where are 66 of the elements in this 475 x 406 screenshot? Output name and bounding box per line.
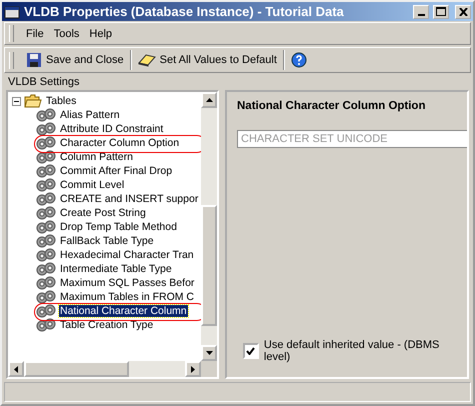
scroll-down-button[interactable] bbox=[201, 345, 217, 361]
checkmark-icon bbox=[246, 347, 256, 355]
scrollbar-thumb[interactable] bbox=[201, 205, 217, 326]
gears-icon bbox=[36, 304, 56, 318]
eraser-icon bbox=[138, 53, 156, 67]
checkbox-label[interactable]: Use default inherited value - (DBMS level) bbox=[264, 339, 467, 363]
menu-item[interactable]: Tools bbox=[50, 26, 84, 42]
gears-icon bbox=[36, 192, 56, 206]
scroll-left-button[interactable] bbox=[8, 361, 24, 377]
maximize-icon bbox=[436, 7, 446, 16]
gears-icon bbox=[36, 262, 56, 276]
tree-item[interactable]: Create Post String bbox=[59, 207, 147, 219]
tree-item[interactable]: Intermediate Table Type bbox=[59, 263, 173, 275]
close-button[interactable] bbox=[455, 4, 471, 18]
gears-icon bbox=[36, 122, 56, 136]
gears-icon bbox=[36, 220, 56, 234]
help-icon bbox=[290, 52, 307, 68]
maximize-button[interactable] bbox=[433, 4, 449, 18]
gears-icon bbox=[36, 150, 56, 164]
tree-item[interactable]: Column Pattern bbox=[59, 151, 134, 163]
window-app-icon bbox=[4, 4, 20, 18]
minimize-icon bbox=[418, 14, 424, 16]
scroll-right-button[interactable] bbox=[185, 361, 201, 377]
tree-item[interactable]: Commit Level bbox=[59, 179, 126, 191]
up-arrow-icon bbox=[206, 98, 212, 102]
tree-item[interactable]: Hexadecimal Character Tran bbox=[59, 249, 195, 261]
close-icon bbox=[458, 8, 468, 16]
gears-icon bbox=[36, 108, 56, 122]
minimize-button[interactable] bbox=[413, 4, 429, 18]
tree-item[interactable]: Drop Temp Table Method bbox=[59, 221, 178, 233]
down-arrow-icon bbox=[206, 351, 212, 355]
gears-icon bbox=[36, 178, 56, 192]
tree-item[interactable]: Tables bbox=[45, 95, 78, 107]
section-label: VLDB Settings bbox=[7, 75, 81, 90]
right-arrow-icon bbox=[191, 366, 195, 372]
gears-icon bbox=[36, 318, 56, 332]
checkbox[interactable] bbox=[243, 343, 259, 359]
scrollbar-thumb[interactable] bbox=[24, 361, 129, 377]
scroll-up-button[interactable] bbox=[201, 92, 217, 108]
tree-item[interactable]: Attribute ID Constraint bbox=[59, 123, 164, 135]
gears-icon bbox=[36, 136, 56, 150]
gears-icon bbox=[36, 276, 56, 290]
gears-icon bbox=[36, 290, 56, 304]
tree-item[interactable]: Character Column Option bbox=[59, 137, 180, 149]
tree-item[interactable]: Alias Pattern bbox=[59, 109, 121, 121]
menu-item[interactable]: File bbox=[22, 26, 48, 42]
tree-item[interactable]: Commit After Final Drop bbox=[59, 165, 174, 177]
gears-icon bbox=[36, 234, 56, 248]
tree-item[interactable]: Table Creation Type bbox=[59, 319, 154, 331]
gears-icon bbox=[36, 206, 56, 220]
tree-item[interactable]: Maximum Tables in FROM C bbox=[59, 291, 195, 303]
scrollbar-corner bbox=[201, 361, 217, 377]
tree-item[interactable]: FallBack Table Type bbox=[59, 235, 155, 247]
option-title: National Character Column Option bbox=[237, 100, 426, 112]
folder-icon bbox=[24, 94, 42, 108]
window-title: VLDB Properties (Database Instance) - Tutorial Data bbox=[24, 4, 345, 19]
gears-icon bbox=[36, 164, 56, 178]
toolbar-button[interactable]: Save and Close bbox=[22, 50, 128, 70]
tree-item[interactable]: CREATE and INSERT suppor bbox=[59, 193, 200, 205]
left-arrow-icon bbox=[14, 366, 18, 372]
gears-icon bbox=[36, 248, 56, 262]
tree-item[interactable]: National Character Column bbox=[59, 305, 188, 317]
collapse-icon[interactable] bbox=[12, 96, 21, 106]
menu-item[interactable]: Help bbox=[85, 26, 116, 42]
toolbar-button[interactable]: Set All Values to Default bbox=[134, 51, 281, 69]
tree-item[interactable]: Maximum SQL Passes Befor bbox=[59, 277, 196, 289]
